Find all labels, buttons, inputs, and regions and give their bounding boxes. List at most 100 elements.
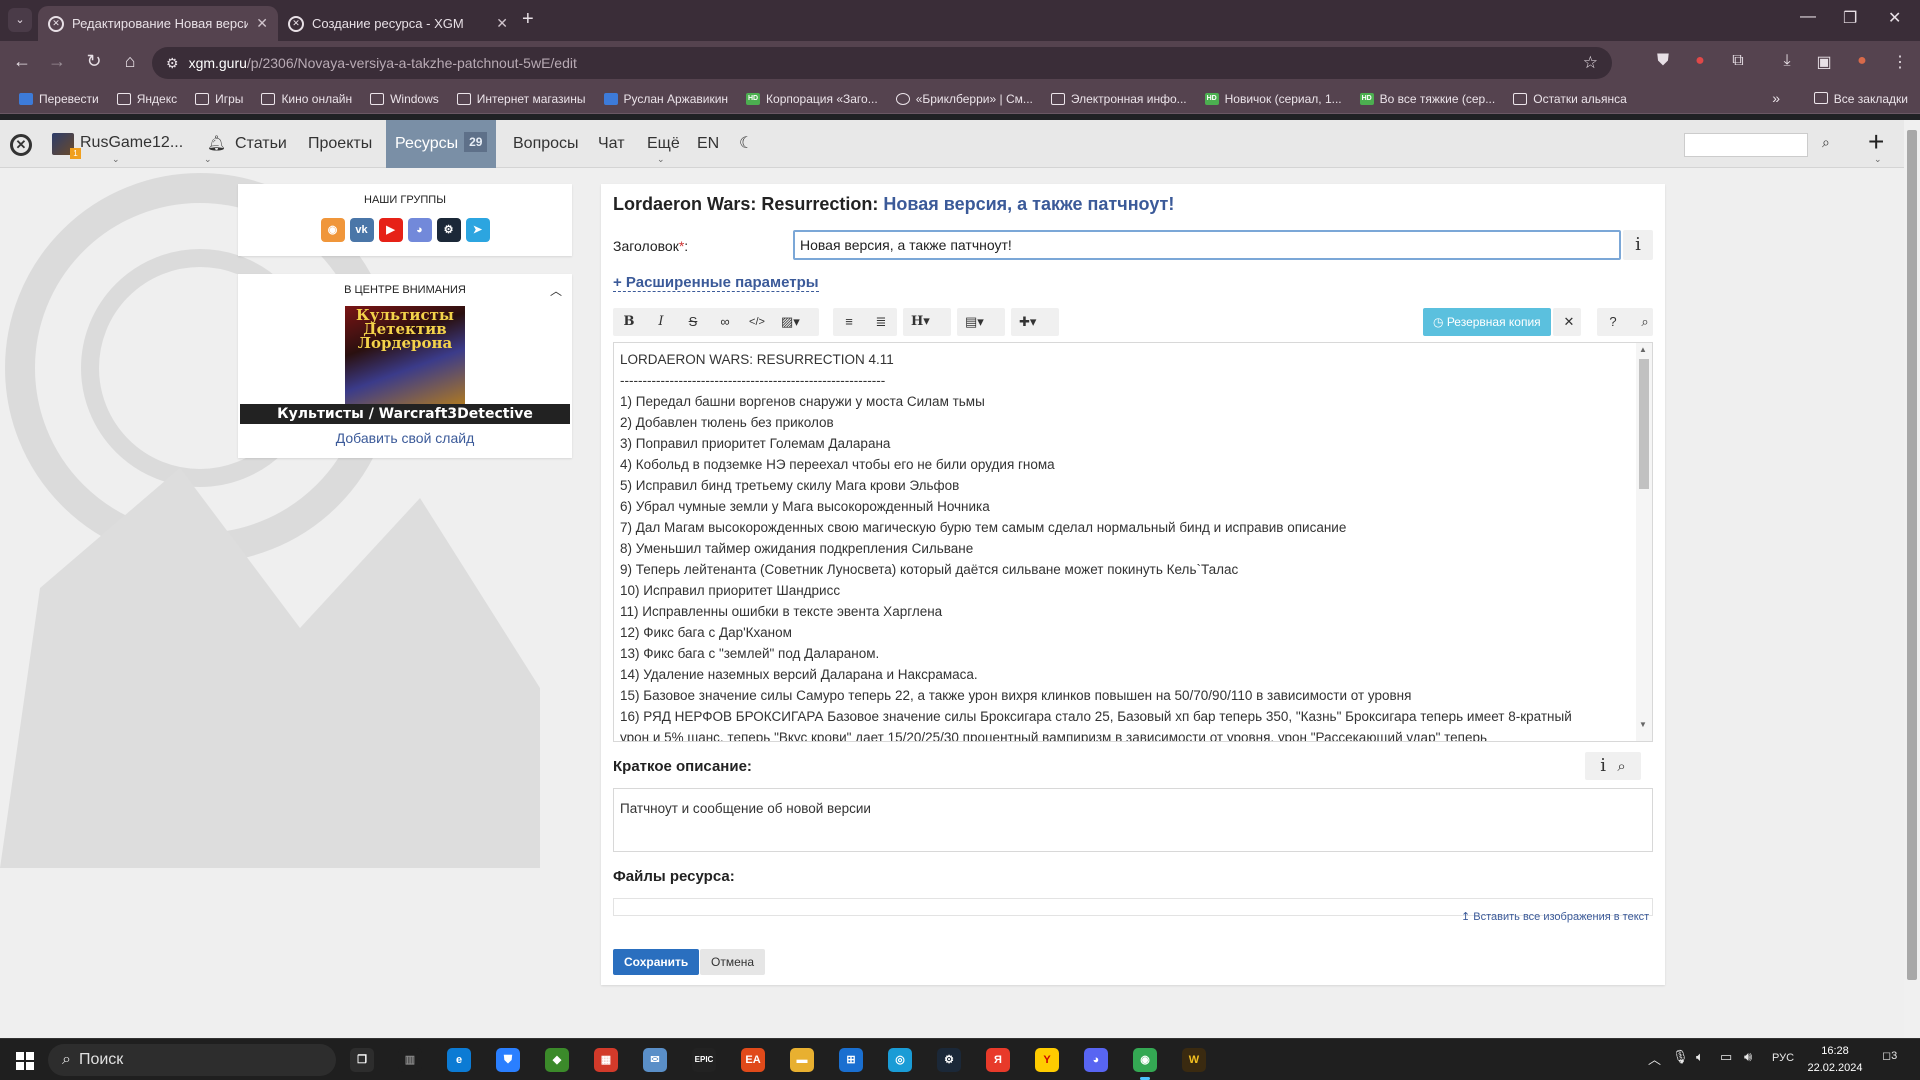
editor-line[interactable]: 9) Теперь лейтенанта (Советник Луносвета… xyxy=(620,559,1630,580)
volume-icon[interactable]: 🔊︎ xyxy=(1744,1049,1752,1065)
warcraft-icon[interactable]: W xyxy=(1182,1048,1206,1072)
tray-overflow-icon[interactable]: ︿ xyxy=(1648,1049,1661,1068)
nvidia-icon[interactable]: ◆ xyxy=(545,1048,569,1072)
task-view-icon[interactable]: ❐ xyxy=(350,1048,374,1072)
home-icon[interactable]: ⌂ xyxy=(118,51,142,72)
info-icon[interactable]: i xyxy=(1600,755,1606,776)
short-description-input[interactable]: Патчноут и сообщение об новой версии xyxy=(613,788,1653,852)
search-icon[interactable]: ⌕ xyxy=(1822,134,1830,151)
yandex-browser-icon[interactable]: Y xyxy=(1035,1048,1059,1072)
network-icon[interactable]: ▭ xyxy=(1720,1049,1732,1065)
bookmark-item[interactable]: Электронная инфо... xyxy=(1042,92,1196,106)
save-button[interactable]: Сохранить xyxy=(613,949,700,975)
insert-all-images-link[interactable]: ↥ Вставить все изображения в текст xyxy=(1461,910,1649,923)
add-slide-link[interactable]: Добавить свой слайд xyxy=(238,430,572,446)
discord-icon[interactable]: ◕ xyxy=(1084,1048,1108,1072)
editor-line[interactable]: 11) Исправленны ошибки в тексте эвента Х… xyxy=(620,601,1630,622)
advanced-params-link[interactable]: + Расширенные параметры xyxy=(613,274,819,292)
side-panel-icon[interactable]: ▣ xyxy=(1812,52,1836,72)
close-window-icon[interactable]: ✕ xyxy=(1888,8,1901,28)
new-tab-button[interactable]: + xyxy=(522,8,534,31)
bookmark-folder[interactable]: Windows xyxy=(361,92,448,106)
editor-scroll-thumb[interactable] xyxy=(1639,359,1649,489)
tab-search-button[interactable]: ⌄ xyxy=(8,8,32,32)
bookmark-item[interactable]: HD Во все тяжкие (сер... xyxy=(1351,92,1505,106)
chrome-icon[interactable]: ◉ xyxy=(1133,1048,1157,1080)
editor-line[interactable]: урон и 5% шанс, теперь "Вкус крови" дает… xyxy=(620,727,1630,741)
editor-line[interactable]: 5) Исправил бинд третьему скилу Мага кро… xyxy=(620,475,1630,496)
bookmark-folder[interactable]: Кино онлайн xyxy=(252,92,361,106)
dark-mode-moon-icon[interactable]: ☾ xyxy=(730,120,762,168)
bookmark-folder[interactable]: Яндекс xyxy=(108,92,186,106)
all-bookmarks-button[interactable]: Все закладки xyxy=(1813,92,1908,106)
nav-chat[interactable]: Чат xyxy=(589,120,634,168)
scroll-up-icon[interactable]: ▲ xyxy=(1639,345,1647,354)
forward-icon[interactable]: → xyxy=(45,51,69,72)
speaker-icon[interactable]: 🔈︎ xyxy=(1696,1049,1704,1065)
search-icon[interactable]: ⌕ xyxy=(1629,308,1661,336)
bookmark-item[interactable]: «Бриклберри» | См... xyxy=(887,92,1042,106)
mail-icon[interactable]: ✉ xyxy=(643,1048,667,1072)
site-info-icon[interactable]: ⚙ xyxy=(166,55,179,72)
nav-articles[interactable]: Статьи xyxy=(226,120,296,168)
editor-line[interactable]: 14) Удаление наземных версий Даларана и … xyxy=(620,664,1630,685)
extension-badge-icon[interactable]: ● xyxy=(1688,52,1712,70)
defender-icon[interactable]: ⛊ xyxy=(496,1048,520,1072)
browser-tab-create[interactable]: ✕ Создание ресурса - XGM ✕ xyxy=(278,6,518,41)
editor-line[interactable]: 6) Убрал чумные земли у Мага высокорожде… xyxy=(620,496,1630,517)
table-icon[interactable]: ▤▾ xyxy=(957,308,992,336)
edge-icon[interactable]: e xyxy=(447,1048,471,1072)
microphone-icon[interactable]: 🎙︎ xyxy=(1672,1049,1689,1065)
page-scroll-thumb[interactable] xyxy=(1907,130,1917,980)
notification-badge[interactable]: ◻3 xyxy=(1882,1049,1897,1062)
resource-title-link[interactable]: Новая версия, а также патчноут! xyxy=(883,194,1174,214)
discord-icon[interactable]: ◕ xyxy=(407,218,432,242)
spotlight-slide-caption[interactable]: Культисты / Warcraft3Detective xyxy=(240,404,570,424)
editor-line[interactable]: 15) Базовое значение силы Самуро теперь … xyxy=(620,685,1630,706)
windows-start-icon[interactable] xyxy=(16,1052,34,1070)
steam-icon[interactable]: ⚙ xyxy=(436,218,461,242)
shield-extension-icon[interactable]: ⛊ xyxy=(1651,52,1675,70)
back-icon[interactable]: ← xyxy=(10,51,34,72)
browser-menu-icon[interactable]: ⋮ xyxy=(1888,52,1912,72)
bookmark-item[interactable]: Перевести xyxy=(10,92,108,106)
cancel-button[interactable]: Отмена xyxy=(700,949,766,975)
close-icon[interactable]: ✕ xyxy=(1553,308,1585,336)
editor-text[interactable]: LORDAERON WARS: RESURRECTION 4.11 -------… xyxy=(620,349,1630,741)
steam-icon[interactable]: ⚙ xyxy=(937,1048,961,1072)
editor-line[interactable]: 13) Фикс бага с "землей" под Далараном. xyxy=(620,643,1630,664)
editor-line[interactable]: 8) Уменьшил таймер ожидания подкрепления… xyxy=(620,538,1630,559)
editor-line[interactable]: LORDAERON WARS: RESURRECTION 4.11 xyxy=(620,349,1630,370)
editor-line[interactable]: 12) Фикс бага с Дар'Кханом xyxy=(620,622,1630,643)
nav-resources[interactable]: Ресурсы 29 xyxy=(386,120,497,168)
nav-questions[interactable]: Вопросы xyxy=(504,120,588,168)
yandex-icon[interactable]: Я xyxy=(986,1048,1010,1072)
widgets-icon[interactable]: ▥ xyxy=(398,1048,422,1072)
xgm-logo-icon[interactable]: ✕ xyxy=(10,134,32,156)
language-indicator[interactable]: РУС xyxy=(1772,1052,1794,1064)
image-icon[interactable]: ▨▾ xyxy=(773,308,808,336)
close-tab-icon[interactable]: ✕ xyxy=(256,15,268,32)
bookmark-folder[interactable]: Игры xyxy=(186,92,252,106)
close-tab-icon[interactable]: ✕ xyxy=(496,15,508,32)
editor-line[interactable]: 16) РЯД НЕРФОВ БРОКСИГАРА Базовое значен… xyxy=(620,706,1630,727)
page-scrollbar[interactable] xyxy=(1904,120,1920,1038)
extensions-puzzle-icon[interactable]: ⧉ xyxy=(1726,52,1750,70)
bookmark-item[interactable]: HD Новичок (сериал, 1... xyxy=(1196,92,1351,106)
editor-line[interactable]: 7) Дал Магам высокорожденных свою магиче… xyxy=(620,517,1630,538)
nav-language[interactable]: EN xyxy=(688,120,728,168)
plugin-puzzle-icon[interactable]: ✚▾ xyxy=(1011,308,1044,336)
ea-icon[interactable]: EA xyxy=(741,1048,765,1072)
rss-icon[interactable]: ◉ xyxy=(320,218,345,242)
editor-line[interactable]: ----------------------------------------… xyxy=(620,370,1630,391)
align-left-icon[interactable]: ≡ xyxy=(833,308,865,336)
heading-dropdown[interactable]: H▾ xyxy=(903,308,938,336)
editor-line[interactable]: 4) Кобольд в подземке НЭ переехал чтобы … xyxy=(620,454,1630,475)
telegram-icon[interactable]: ➤ xyxy=(465,218,490,242)
office-icon[interactable]: ▦ xyxy=(594,1048,618,1072)
editor-line[interactable]: 2) Добавлен тюлень без приколов xyxy=(620,412,1630,433)
strikethrough-button[interactable]: S xyxy=(677,308,709,336)
vk-icon[interactable]: vk xyxy=(349,218,374,242)
editor-line[interactable]: 1) Передал башни воргенов снаружи у мост… xyxy=(620,391,1630,412)
help-icon[interactable]: ? xyxy=(1597,308,1629,336)
